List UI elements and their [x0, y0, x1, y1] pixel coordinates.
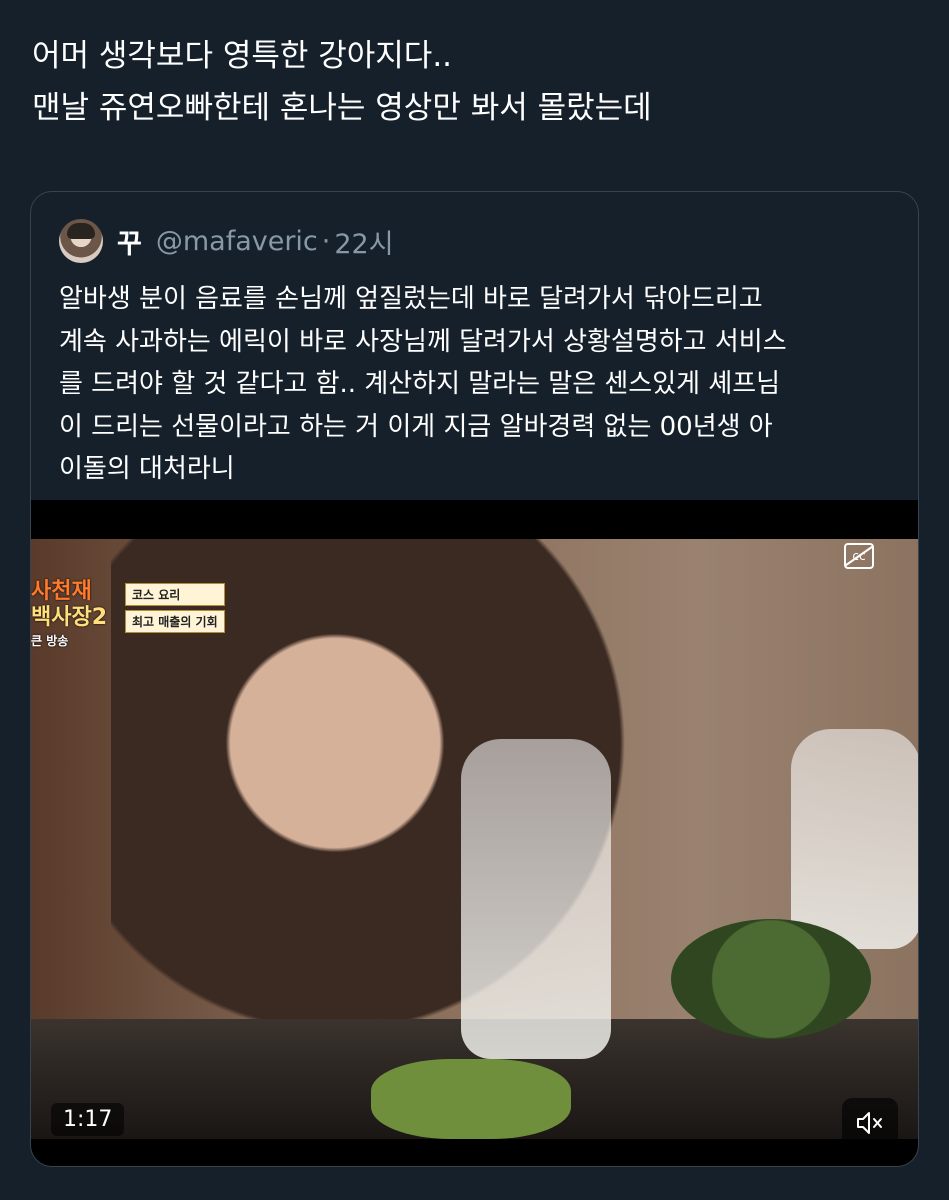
quoted-tweet-header: 꾸 @mafaveric · 22시 — [59, 216, 394, 266]
quote-line: 계속 사과하는 에릭이 바로 사장님께 달려가서 상황설명하고 서비스 — [59, 326, 787, 357]
speaker-muted-icon — [857, 1112, 882, 1134]
video-frame[interactable]: 사천재 백사장2 큰 방송 코스 요리 최고 매출의 기회 cc — [31, 539, 918, 1139]
separator-dot: · — [321, 225, 331, 257]
display-name[interactable]: 꾸 — [117, 222, 142, 261]
quote-line: 이 드리는 선물이라고 하는 거 이게 지금 알바경력 없는 00년생 아 — [59, 411, 773, 442]
tweet-line: 어머 생각보다 영특한 강아지다.. — [32, 38, 453, 74]
quoted-tweet-text: 알바생 분이 음료를 손님께 엎질렀는데 바로 달려가서 닦아드리고 계속 사과… — [59, 278, 899, 491]
show-logo-line3: 큰 방송 — [31, 634, 69, 648]
video-scene-plant — [671, 919, 871, 1039]
mute-button[interactable] — [842, 1098, 898, 1148]
caption-top: 코스 요리 — [125, 583, 225, 606]
tweet-text: 어머 생각보다 영특한 강아지다.. 맨날 쥬연오빠한테 혼나는 영상만 봐서 … — [32, 30, 912, 134]
quoted-tweet-card[interactable]: 꾸 @mafaveric · 22시 알바생 분이 음료를 손님께 엎질렀는데 … — [30, 191, 919, 1167]
caption-bottom: 최고 매출의 기회 — [125, 610, 225, 633]
video-scene-lettuce — [371, 1059, 571, 1139]
avatar[interactable] — [59, 219, 103, 263]
video-scene-glass — [791, 729, 918, 949]
show-logo-line2: 백사장2 — [31, 605, 108, 630]
quote-line: 알바생 분이 음료를 손님께 엎질렀는데 바로 달려가서 닦아드리고 — [59, 284, 763, 314]
tweet-line: 맨날 쥬연오빠한테 혼나는 영상만 봐서 몰랐는데 — [32, 90, 652, 126]
user-handle[interactable]: @mafaveric — [156, 226, 318, 257]
show-logo: 사천재 백사장2 큰 방송 — [31, 579, 113, 649]
video-scene-glass — [461, 739, 611, 1059]
video-duration: 1:17 — [51, 1103, 125, 1136]
show-logo-line1: 사천재 — [31, 579, 92, 604]
video-player[interactable]: 사천재 백사장2 큰 방송 코스 요리 최고 매출의 기회 cc 1:17 — [31, 500, 918, 1166]
quote-line: 이돌의 대처라니 — [59, 454, 235, 484]
video-caption: 코스 요리 최고 매출의 기회 — [125, 583, 225, 633]
quote-line: 를 드려야 할 것 같다고 함.. 계산하지 말라는 말은 센스있게 셰프님 — [59, 369, 781, 399]
closed-captions-off-icon[interactable]: cc — [844, 543, 874, 569]
timestamp[interactable]: 22시 — [334, 222, 393, 261]
